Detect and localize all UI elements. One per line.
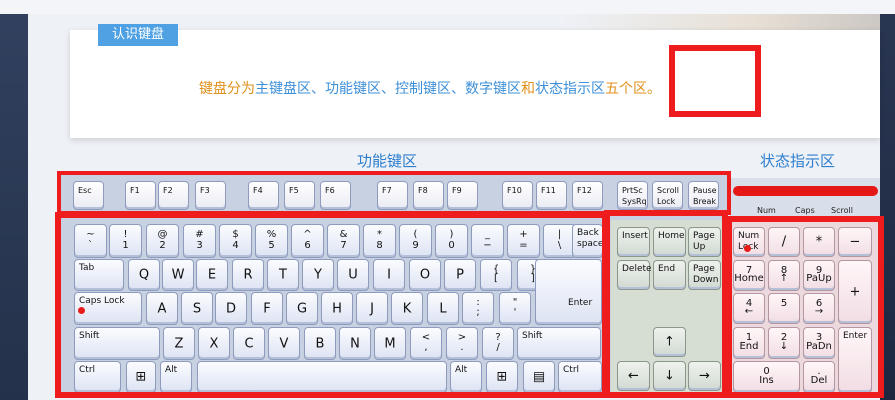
desc-part-5: 五个区。: [605, 81, 661, 97]
indicator-num: Num: [757, 206, 776, 215]
indicator-caps: Caps: [795, 206, 815, 215]
red-scribble: [733, 186, 878, 196]
zone-function-keys: [57, 171, 731, 215]
zone-numpad: [726, 216, 884, 398]
zone-main-keys: [55, 212, 608, 398]
label-function-keys: 功能键区: [357, 152, 418, 170]
indicator-scroll: Scroll: [831, 206, 853, 215]
top-bar: [0, 0, 895, 14]
section-tag: 认识键盘: [98, 24, 178, 46]
red-dot-num: [744, 245, 751, 252]
red-dot-caps: [78, 307, 85, 314]
left-background: [0, 0, 28, 400]
zone-control-keys: [604, 210, 728, 398]
label-status-zone: 状态指示区: [760, 152, 836, 170]
desc-part-3: 和: [521, 81, 535, 97]
desc-part-1: 键盘分为: [199, 81, 255, 97]
desc-part-2: 主键盘区、功能键区、控制键区、数字键区: [255, 81, 521, 97]
desc-part-4: 状态指示区: [535, 81, 605, 97]
highlight-five-zones: [669, 45, 761, 117]
